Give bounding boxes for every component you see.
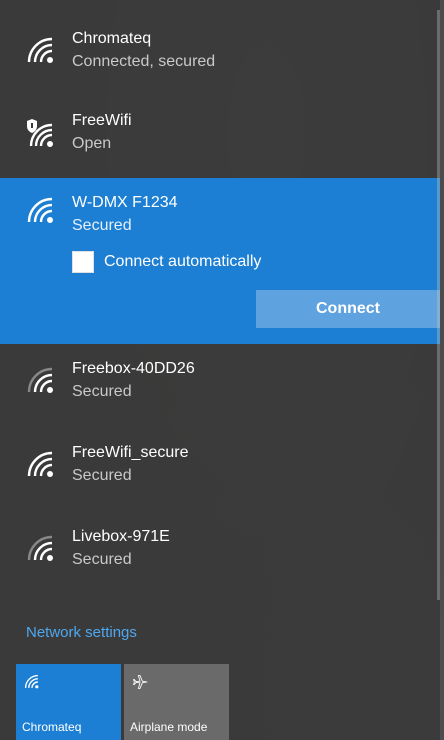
network-status: Secured <box>72 467 132 484</box>
scrollbar[interactable] <box>437 10 440 600</box>
connect-automatically-label: Connect automatically <box>104 253 262 270</box>
network-status: Connected, secured <box>72 53 216 70</box>
network-item-freewifi-secure[interactable]: FreeWifi_secure Secured <box>0 428 440 508</box>
connect-automatically-row[interactable]: Connect automatically <box>72 250 261 274</box>
network-status: Open <box>72 135 112 152</box>
wifi-icon <box>27 37 53 63</box>
network-name: Freebox-40DD26 <box>72 360 195 377</box>
quick-action-airplane-tile[interactable]: Airplane mode <box>124 664 229 740</box>
wifi-icon <box>24 674 39 689</box>
quick-action-wifi-tile[interactable]: Chromateq <box>16 664 121 740</box>
wifi-icon <box>27 451 53 477</box>
network-flyout: Chromateq Connected, secured FreeWifi Op… <box>0 0 440 740</box>
network-status: Secured <box>72 217 132 234</box>
quick-action-label: Chromateq <box>22 720 82 734</box>
network-status: Secured <box>72 383 132 400</box>
network-name: W-DMX F1234 <box>72 194 178 211</box>
wifi-icon <box>27 367 53 393</box>
wifi-shield-icon <box>27 119 53 147</box>
network-item-freebox-40dd26[interactable]: Freebox-40DD26 Secured <box>0 344 440 424</box>
network-item-w-dmx-f1234[interactable]: W-DMX F1234 Secured Connect automaticall… <box>0 178 440 344</box>
network-settings-link[interactable]: Network settings <box>26 624 137 641</box>
quick-action-label: Airplane mode <box>130 720 208 734</box>
wifi-icon <box>27 197 53 223</box>
network-item-chromateq[interactable]: Chromateq Connected, secured <box>0 14 440 94</box>
connect-automatically-checkbox[interactable] <box>72 251 94 273</box>
network-name: Livebox-971E <box>72 528 170 545</box>
network-item-freewifi[interactable]: FreeWifi Open <box>0 96 440 176</box>
network-name: Chromateq <box>72 30 152 47</box>
connect-button[interactable]: Connect <box>256 290 440 328</box>
wifi-icon <box>27 535 53 561</box>
network-item-livebox-971e[interactable]: Livebox-971E Secured <box>0 512 440 592</box>
network-status: Secured <box>72 551 132 568</box>
airplane-icon <box>132 675 148 689</box>
network-name: FreeWifi <box>72 112 132 129</box>
network-name: FreeWifi_secure <box>72 444 189 461</box>
